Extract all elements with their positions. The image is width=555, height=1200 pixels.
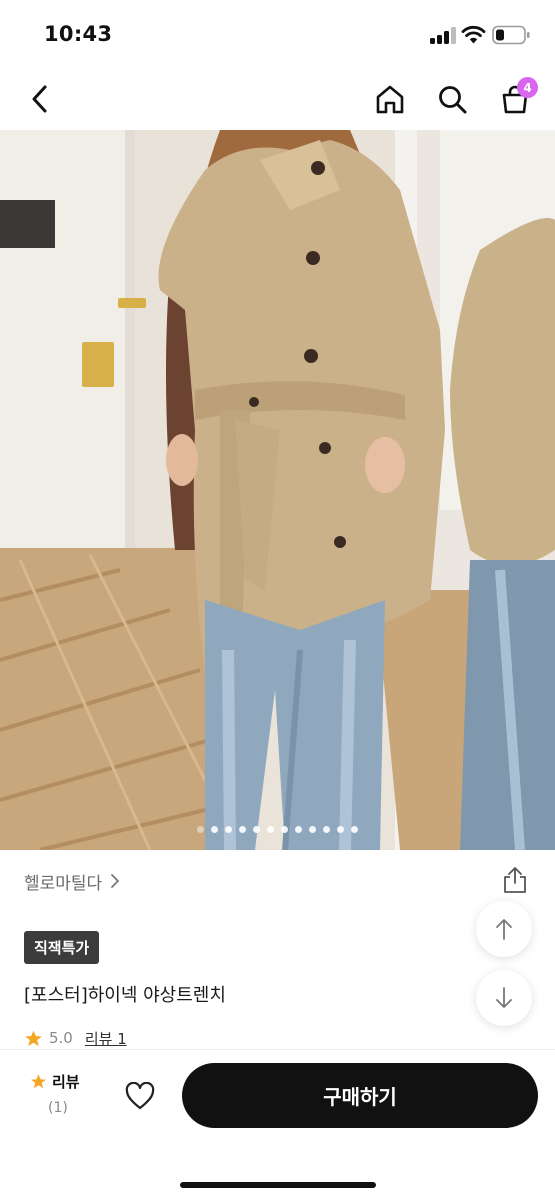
chevron-right-icon — [111, 874, 120, 888]
share-icon — [504, 867, 526, 893]
gallery-dot[interactable] — [337, 826, 344, 833]
brand-link[interactable]: 헬로마틸다 — [24, 868, 120, 894]
share-button[interactable] — [500, 865, 530, 895]
gallery-dot[interactable] — [239, 826, 246, 833]
review-count: (1) — [48, 1100, 68, 1116]
cellular-signal-icon — [430, 27, 456, 44]
gallery-dot[interactable] — [295, 826, 302, 833]
product-image-gallery[interactable] — [0, 130, 555, 850]
product-photo — [0, 130, 555, 850]
gallery-dot[interactable] — [267, 826, 274, 833]
search-icon — [439, 86, 467, 114]
search-button[interactable] — [434, 79, 470, 119]
like-button[interactable] — [122, 1078, 158, 1114]
star-icon — [25, 1030, 42, 1046]
gallery-dot[interactable] — [309, 826, 316, 833]
buy-button[interactable]: 구매하기 — [182, 1063, 538, 1128]
scroll-down-button[interactable] — [476, 970, 532, 1026]
home-icon — [376, 85, 404, 114]
back-button[interactable] — [22, 79, 58, 119]
arrow-down-icon — [496, 987, 512, 1008]
status-time: 10:43 — [44, 22, 113, 46]
product-title: [포스터]하이넥 야상트렌치 — [24, 985, 226, 1006]
home-indicator — [180, 1182, 376, 1188]
wifi-icon — [461, 25, 486, 44]
gallery-dot[interactable] — [281, 826, 288, 833]
review-summary-button[interactable]: 리뷰 (1) — [30, 1071, 90, 1116]
gallery-dot[interactable] — [225, 826, 232, 833]
status-bar: 10:43 — [0, 0, 555, 68]
star-icon — [31, 1074, 46, 1089]
gallery-dot[interactable] — [253, 826, 260, 833]
back-icon — [32, 85, 47, 113]
gallery-dot[interactable] — [197, 826, 204, 833]
gallery-dot[interactable] — [211, 826, 218, 833]
heart-icon — [125, 1082, 155, 1110]
review-link[interactable]: 리뷰 1 — [85, 1028, 127, 1049]
gallery-dot[interactable] — [323, 826, 330, 833]
rating-value: 5.0 — [49, 1029, 73, 1047]
cart-count-badge: 4 — [517, 77, 538, 98]
review-label: 리뷰 — [52, 1073, 80, 1091]
arrow-up-icon — [496, 919, 512, 940]
top-navigation — [0, 68, 555, 130]
home-button[interactable] — [372, 79, 408, 119]
promo-tag: 직잭특가 — [24, 931, 100, 964]
scroll-up-button[interactable] — [476, 901, 532, 957]
battery-icon — [492, 25, 530, 45]
bottom-action-bar: 리뷰 (1) 구매하기 — [0, 1049, 555, 1200]
brand-name: 헬로마틸다 — [24, 873, 103, 894]
gallery-dot[interactable] — [351, 826, 358, 833]
rating-row: 5.0 리뷰 1 — [24, 1026, 127, 1050]
gallery-pagination — [0, 826, 555, 836]
